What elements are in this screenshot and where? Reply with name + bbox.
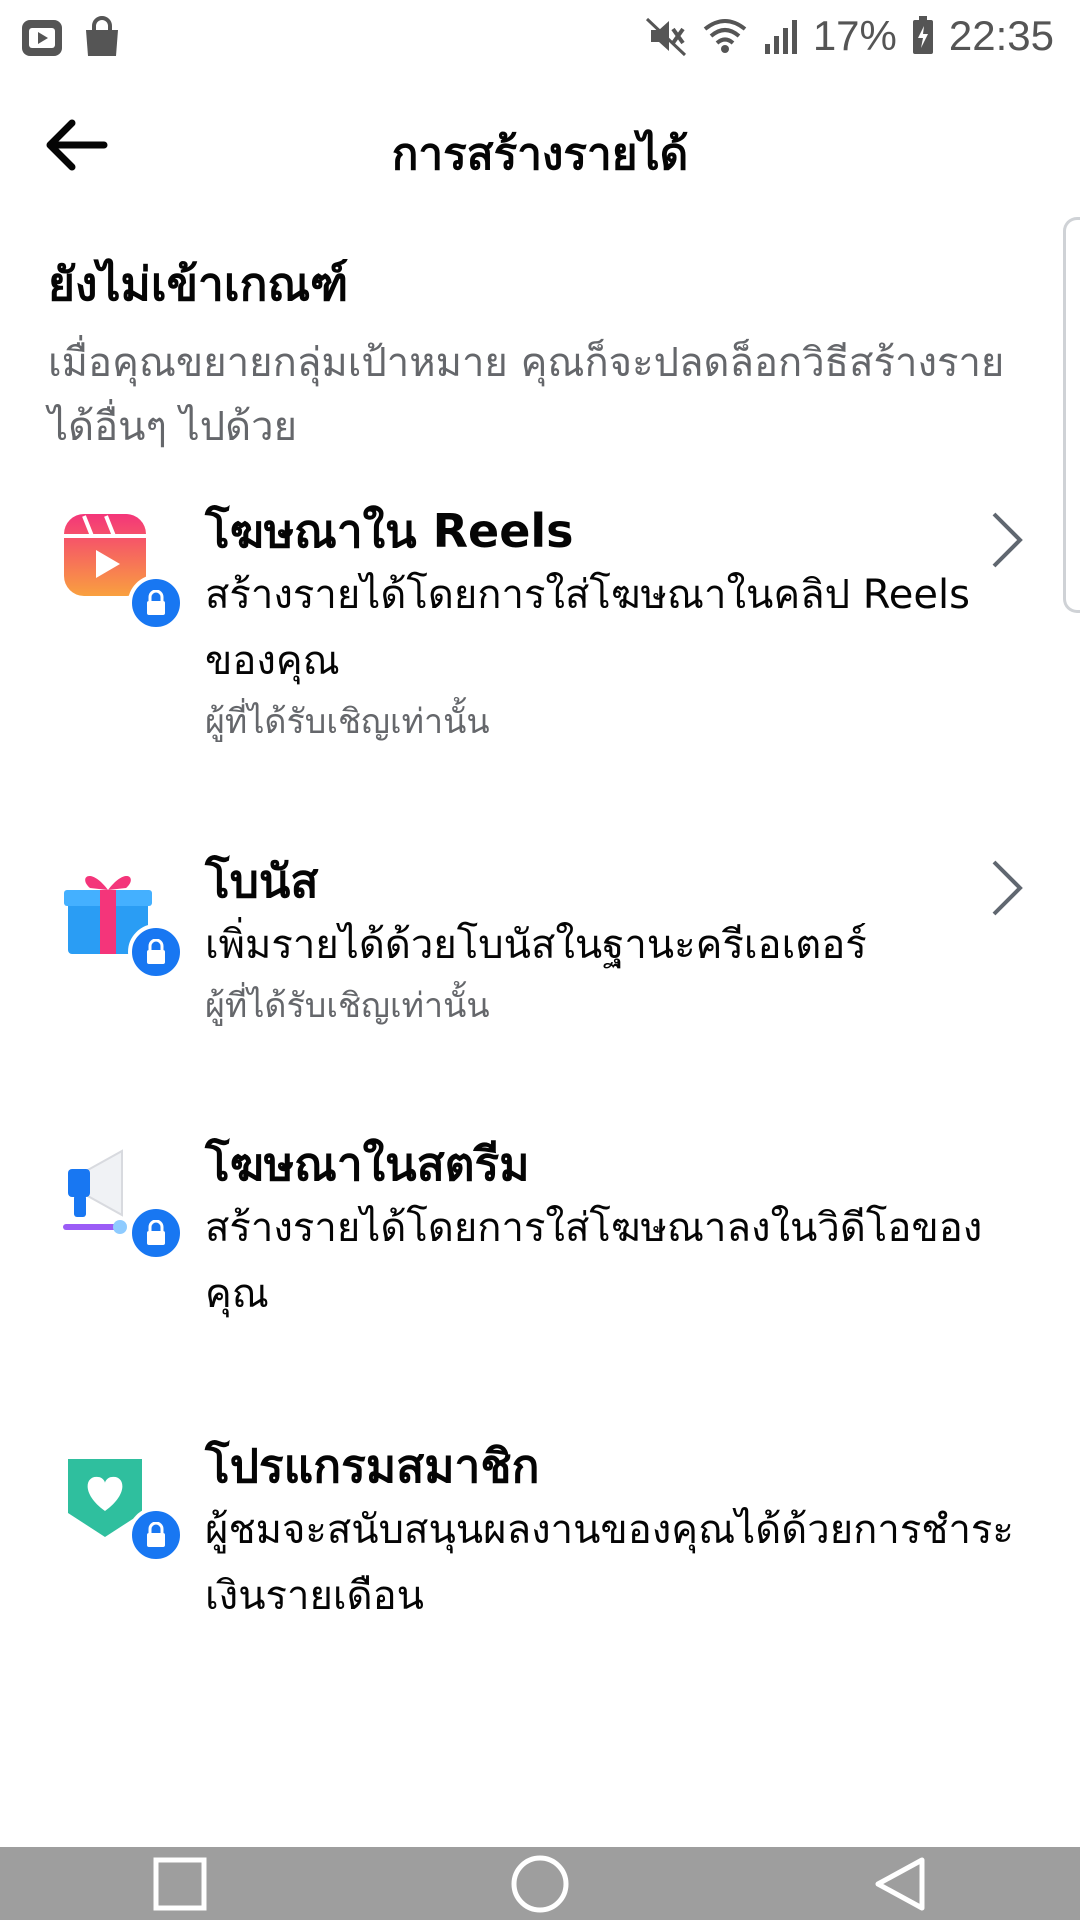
app-header: การสร้างรายได้ bbox=[0, 95, 1080, 205]
mute-icon bbox=[645, 15, 687, 57]
item-description: เพิ่มรายได้ด้วยโบนัสในฐานะครีเอเตอร์ bbox=[205, 922, 867, 968]
eligibility-heading: ยังไม่เข้าเกณฑ์ bbox=[48, 257, 349, 311]
video-app-icon bbox=[20, 16, 64, 64]
list-item-bonus[interactable]: โบนัส เพิ่มรายได้ด้วยโบนัสในฐานะครีเอเตอ… bbox=[0, 850, 1080, 1040]
eligibility-description: เมื่อคุณขยายกลุ่มเป้าหมาย คุณก็จะปลดล็อก… bbox=[48, 340, 1005, 450]
circle-icon bbox=[511, 1855, 569, 1912]
status-bar: 17% 22:35 bbox=[0, 0, 1080, 78]
list-item-reels-ads[interactable]: โฆษณาใน Reels สร้างรายได้โดยการใส่โฆษณาใ… bbox=[0, 500, 1080, 760]
signal-icon bbox=[763, 16, 799, 56]
page-title: การสร้างรายได้ bbox=[391, 129, 689, 180]
lock-icon bbox=[128, 1205, 184, 1261]
battery-icon bbox=[911, 16, 935, 56]
chevron-right-icon bbox=[992, 860, 1023, 916]
gift-icon bbox=[60, 862, 184, 980]
shopping-bag-icon bbox=[82, 16, 122, 64]
home-button[interactable] bbox=[480, 1847, 600, 1920]
item-description: สร้างรายได้โดยการใส่โฆษณาในคลิป Reels ขอ… bbox=[205, 572, 970, 684]
battery-percent: 17% bbox=[812, 12, 897, 59]
list-item-subscriptions[interactable]: โปรแกรมสมาชิก ผู้ชมจะสนับสนุนผลงานของคุณ… bbox=[0, 1435, 1080, 1635]
recents-button[interactable] bbox=[120, 1847, 240, 1920]
system-nav-bar bbox=[0, 1847, 1080, 1920]
reels-icon bbox=[60, 510, 184, 631]
item-note: ผู้ที่ได้รับเชิญเท่านั้น bbox=[205, 702, 490, 742]
chevron-right-icon bbox=[992, 512, 1023, 568]
wifi-icon bbox=[701, 15, 749, 57]
square-icon bbox=[153, 1857, 207, 1910]
item-title: โฆษณาใน Reels bbox=[205, 504, 574, 558]
heart-badge-icon bbox=[60, 1451, 184, 1563]
lock-icon bbox=[128, 924, 184, 980]
lock-icon bbox=[128, 1507, 184, 1563]
lock-icon bbox=[128, 575, 184, 631]
eligibility-section: ยังไม่เข้าเกณฑ์ เมื่อคุณขยายกลุ่มเป้าหมา… bbox=[48, 248, 1038, 459]
clock: 22:35 bbox=[948, 12, 1054, 59]
item-title: โบนัส bbox=[205, 854, 319, 908]
item-note: ผู้ที่ได้รับเชิญเท่านั้น bbox=[205, 986, 490, 1026]
item-title: โฆษณาในสตรีม bbox=[205, 1137, 530, 1191]
back-nav-button[interactable] bbox=[840, 1847, 960, 1920]
list-item-in-stream-ads[interactable]: โฆษณาในสตรีม สร้างรายได้โดยการใส่โฆษณาลง… bbox=[0, 1133, 1080, 1333]
triangle-back-icon bbox=[875, 1857, 925, 1910]
item-description: ผู้ชมจะสนับสนุนผลงานของคุณได้ด้วยการชำระ… bbox=[205, 1507, 1014, 1619]
item-description: สร้างรายได้โดยการใส่โฆษณาลงในวิดีโอของคุ… bbox=[205, 1205, 983, 1317]
item-title: โปรแกรมสมาชิก bbox=[205, 1439, 540, 1493]
megaphone-icon bbox=[60, 1145, 184, 1261]
